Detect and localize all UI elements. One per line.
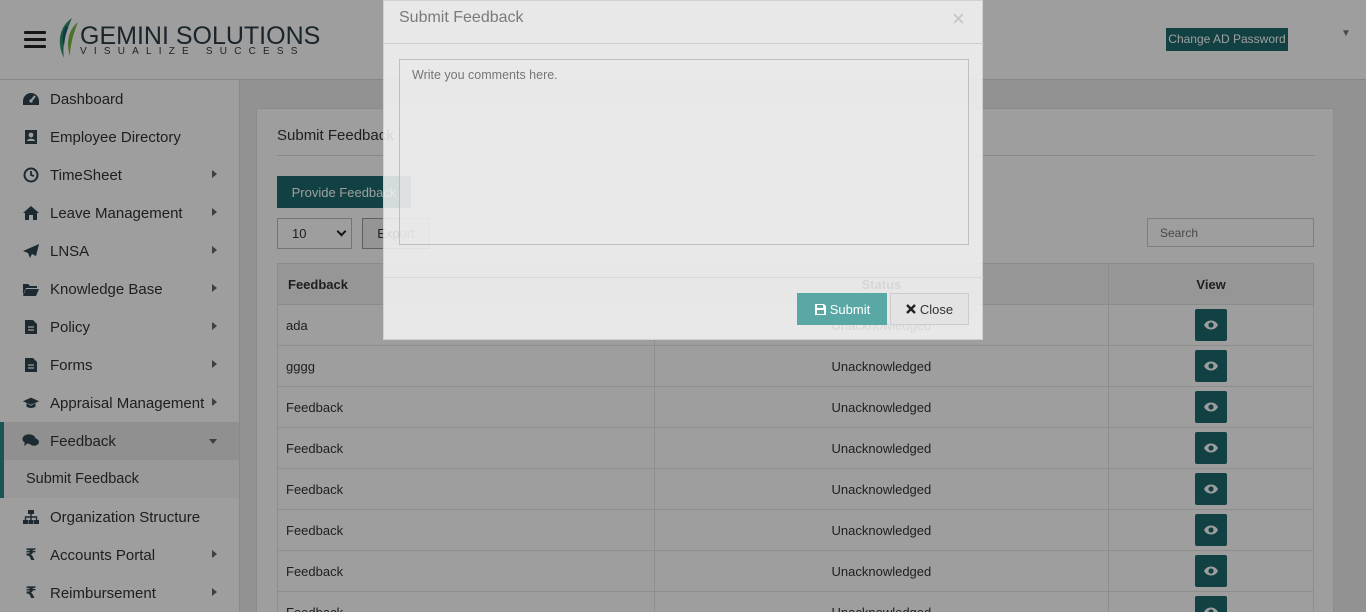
- close-icon: [906, 304, 916, 314]
- submit-button[interactable]: Submit: [797, 293, 887, 325]
- modal-title: Submit Feedback: [399, 9, 524, 26]
- submit-label: Submit: [829, 301, 871, 317]
- close-label: Close: [919, 301, 954, 317]
- divider: [384, 277, 984, 278]
- save-icon: [814, 303, 826, 315]
- divider: [384, 43, 984, 44]
- comments-textarea[interactable]: [399, 59, 969, 245]
- close-icon[interactable]: ×: [952, 8, 965, 30]
- close-button[interactable]: Close: [890, 293, 969, 325]
- submit-feedback-modal: Submit Feedback × Submit Close: [383, 0, 984, 340]
